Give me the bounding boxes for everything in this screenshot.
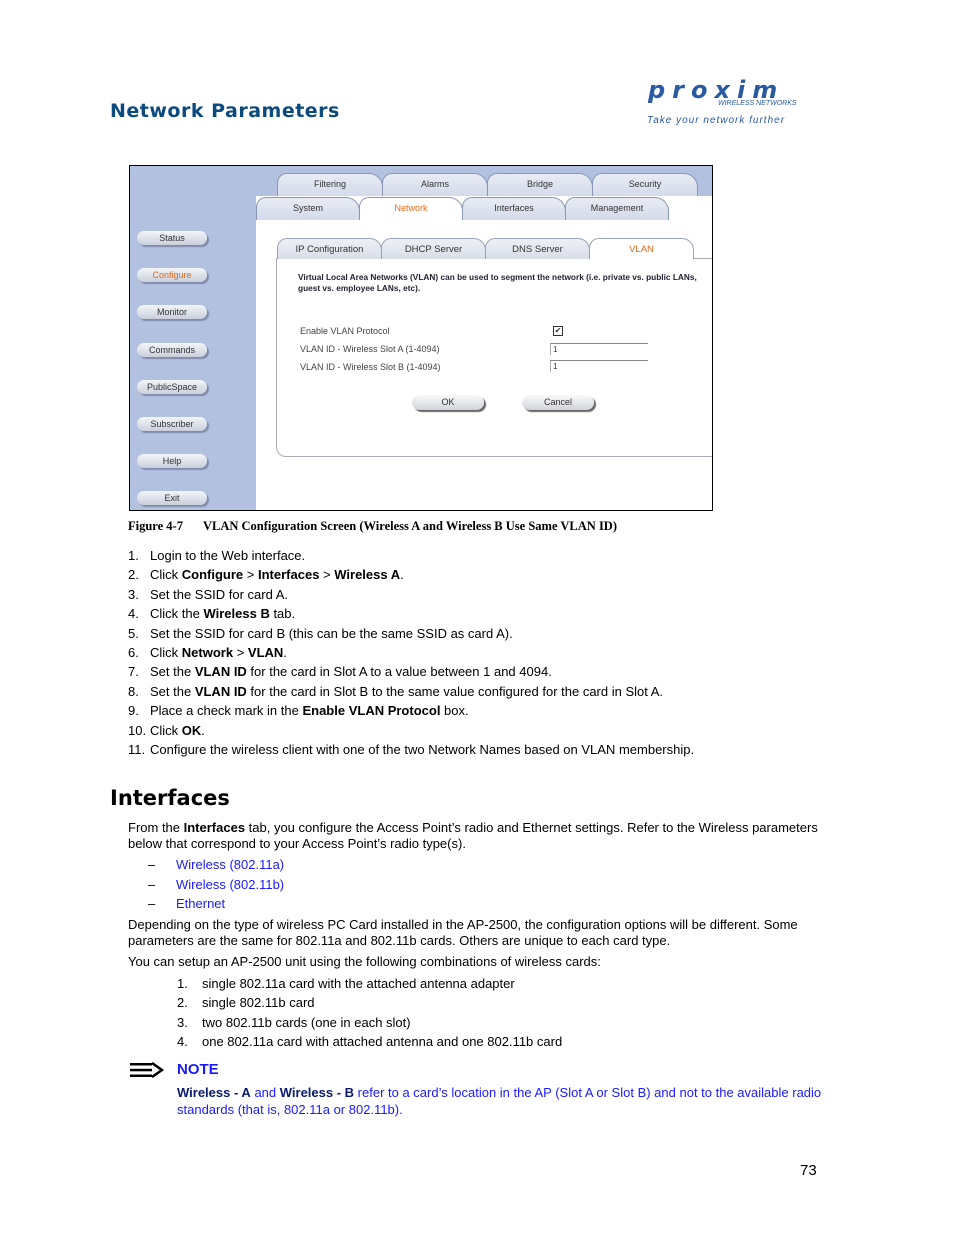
page-header-title: Network Parameters: [110, 100, 340, 122]
slot-b-label: VLAN ID - Wireless Slot B (1-4094): [300, 362, 441, 372]
sidebar-button-exit[interactable]: Exit: [137, 491, 207, 506]
proxim-logo: proxim WIRELESS NETWORKS Take your network…: [647, 76, 797, 126]
step-number: 10.: [128, 722, 147, 738]
step-item: 7. Set the VLAN ID for the card in Slot A…: [128, 664, 552, 680]
step-number: 2.: [128, 567, 139, 583]
paragraph-card-types: Depending on the type of wireless PC Car…: [128, 917, 798, 948]
subtab-dns-server[interactable]: DNS Server: [485, 238, 590, 259]
step-number: 6.: [128, 645, 139, 660]
note-body: Wireless - A and Wireless - B refer to a…: [177, 1085, 822, 1117]
sidebar-button-commands[interactable]: Commands: [137, 342, 207, 357]
subtab-ip-configuration[interactable]: IP Configuration: [277, 238, 382, 259]
enable-vlan-checkbox[interactable]: ✔: [553, 326, 563, 336]
tab-interfaces[interactable]: Interfaces: [462, 197, 566, 220]
figure-caption: Figure 4-7 VLAN Configuration Screen (Wir…: [128, 519, 617, 533]
sidebar-button-configure[interactable]: Configure: [137, 268, 207, 283]
paragraph-combinations: You can setup an AP-2500 unit using the …: [128, 954, 601, 969]
step-number: 9.: [128, 703, 139, 719]
step-number: 7.: [128, 664, 139, 680]
step-item: 10. Click OK.: [128, 722, 205, 738]
logo-tagline: Take your network further: [647, 115, 786, 126]
interfaces-link[interactable]: – Ethernet: [148, 896, 225, 911]
step-item: 4. Click the Wireless B tab.: [128, 606, 296, 622]
sidebar-button-publicspace[interactable]: PublicSpace: [137, 379, 207, 394]
sidebar-button-status[interactable]: Status: [137, 231, 207, 245]
sidebar: Status Configure Monitor Commands PublicSpac…: [130, 166, 256, 510]
note-title: NOTE: [177, 1061, 219, 1078]
step-number: 5.: [128, 625, 139, 641]
step-item: 9. Place a check mark in the Enable VLAN …: [128, 703, 469, 719]
step-item: 8. Set the VLAN ID for the card in Slot B…: [128, 683, 664, 699]
step-number: 8.: [128, 683, 139, 699]
link-text[interactable]: Wireless (802.11b): [176, 877, 284, 892]
step-item: 5. Set the SSID for card B (this can be t…: [128, 625, 513, 641]
combination-item: 4. one 802.11a card with attached antenna…: [177, 1034, 563, 1050]
tab-bridge[interactable]: Bridge: [487, 173, 593, 196]
section-heading-interfaces: Interfaces: [110, 786, 230, 810]
arrow-right-icon: [130, 1061, 165, 1083]
sidebar-button-subscriber[interactable]: Subscriber: [137, 417, 207, 431]
combination-item: 1. single 802.11a card with the attached …: [177, 976, 515, 991]
step-item: 1. Login to the Web interface.: [128, 548, 306, 563]
step-item: 2. Click Configure > Interfaces > Wireles…: [128, 567, 404, 583]
tab-system[interactable]: System: [256, 197, 360, 220]
tab-network[interactable]: Network: [359, 197, 463, 220]
slot-b-vlan-input[interactable]: 1: [550, 360, 648, 372]
step-number: 11.: [128, 742, 146, 757]
subtab-vlan[interactable]: VLAN: [589, 238, 694, 259]
cancel-button[interactable]: Cancel: [522, 395, 594, 410]
link-text[interactable]: Wireless (802.11a): [176, 857, 284, 872]
enable-vlan-label: Enable VLAN Protocol: [300, 326, 390, 336]
slot-a-label: VLAN ID - Wireless Slot A (1-4094): [300, 344, 440, 354]
tab-alarms[interactable]: Alarms: [382, 173, 488, 196]
slot-a-vlan-input[interactable]: 1: [550, 343, 648, 355]
link-text[interactable]: Ethernet: [176, 896, 225, 911]
tab-filtering[interactable]: Filtering: [277, 173, 383, 196]
interfaces-link[interactable]: – Wireless (802.11b): [148, 877, 284, 892]
subtab-dhcp-server[interactable]: DHCP Server: [381, 238, 486, 259]
interfaces-intro: From the Interfaces tab, you configure t…: [128, 820, 818, 851]
step-item: 3. Set the SSID for card A.: [128, 586, 289, 602]
tab-management[interactable]: Management: [565, 197, 669, 220]
sidebar-button-monitor[interactable]: Monitor: [137, 305, 207, 320]
step-number: 3.: [128, 586, 139, 602]
combination-item: 2. single 802.11b card: [177, 995, 315, 1011]
step-item: 11. Configure the wireless client with on…: [128, 742, 695, 757]
sidebar-button-help[interactable]: Help: [137, 454, 207, 469]
vlan-description: Virtual Local Area Networks (VLAN) can b…: [298, 272, 697, 293]
step-number: 4.: [128, 606, 139, 622]
vlan-config-screenshot: Status Configure Monitor Commands PublicSpac…: [129, 165, 713, 511]
step-item: 6. Click Network > VLAN.: [128, 645, 287, 660]
tab-security[interactable]: Security: [592, 173, 698, 196]
step-number: 1.: [128, 548, 139, 563]
page-number: 73: [800, 1162, 817, 1179]
interfaces-link[interactable]: – Wireless (802.11a): [148, 857, 284, 872]
combination-item: 3. two 802.11b cards (one in each slot): [177, 1014, 411, 1030]
ok-button[interactable]: OK: [412, 395, 484, 410]
